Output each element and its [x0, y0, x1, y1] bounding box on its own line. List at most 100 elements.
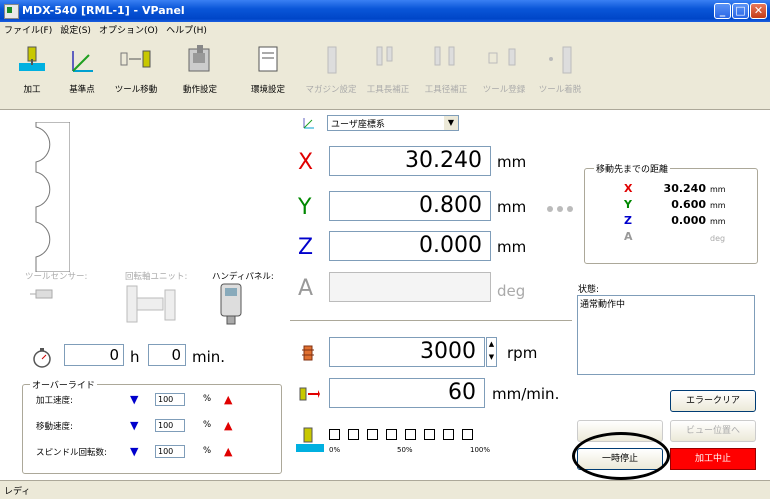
x-coord-value: 30.240	[329, 146, 491, 176]
handy-panel-icon	[220, 283, 242, 325]
cut-speed-down-icon[interactable]: ▼	[130, 393, 138, 406]
z-axis-label: Z	[298, 235, 314, 260]
disabled-button[interactable]	[577, 420, 663, 442]
menu-bar: ファイル(F) 設定(S) オプション(O) ヘルプ(H)	[0, 22, 770, 37]
timer-minutes: 0	[148, 344, 186, 366]
override-cut-speed-label: 加工速度:	[36, 396, 73, 406]
z-coord-value: 0.000	[329, 231, 491, 261]
coord-system-select[interactable]: ユーザ座標系 ▼	[327, 115, 459, 131]
toolbar-tool-dia[interactable]: 工具径補正	[418, 41, 474, 107]
load-tick-0: 0%	[329, 446, 341, 454]
coord-system-value: ユーザ座標系	[331, 120, 385, 130]
status-bar: レディ	[0, 480, 770, 499]
toolbar-env[interactable]: 環境設定	[243, 41, 293, 107]
toolbar-move[interactable]: ツール移動	[110, 41, 162, 107]
distance-y-label: Y	[624, 198, 632, 211]
handy-panel-label: ハンディパネル:	[212, 272, 274, 282]
toolbar-tool-change-label: ツール着脱	[538, 85, 582, 95]
view-position-button[interactable]: ビュー位置へ	[670, 420, 756, 442]
z-coord-unit: mm	[497, 238, 527, 256]
distance-z-unit: mm	[710, 217, 726, 226]
spindle-icon	[302, 345, 314, 361]
load-segment	[348, 429, 359, 440]
toolbar-tool-register[interactable]: ツール登録	[478, 41, 530, 107]
toolbar-tool-change[interactable]: ツール着脱	[534, 41, 586, 107]
toolbar-cut[interactable]: 加工	[12, 41, 52, 107]
distance-a-unit: deg	[710, 234, 726, 243]
menu-options[interactable]: オプション(O)	[95, 22, 162, 37]
a-axis-label: A	[298, 276, 314, 301]
toolbar-magazine[interactable]: マガジン設定	[303, 41, 359, 107]
toolbar-tool-register-label: ツール登録	[482, 85, 526, 95]
machine-icon	[183, 43, 217, 77]
spindle-speed-down-icon[interactable]: ▼	[130, 445, 138, 458]
toolbar-env-label: 環境設定	[250, 85, 285, 95]
distance-x-value: 30.240	[663, 182, 706, 195]
move-tool-icon	[119, 43, 153, 77]
load-segment	[424, 429, 435, 440]
tool-sensor-icon	[30, 289, 53, 299]
tool-sensor-label: ツールセンサー:	[25, 272, 88, 282]
stop-button[interactable]: 加工中止	[670, 448, 756, 470]
minimize-button[interactable]: _	[714, 3, 731, 19]
chevron-down-icon[interactable]: ▼	[444, 116, 458, 130]
state-text: 通常動作中	[580, 300, 626, 310]
toolbar-tool-length[interactable]: 工具長補正	[360, 41, 416, 107]
more-dots-icon	[547, 206, 573, 212]
maximize-button[interactable]: □	[732, 3, 749, 19]
move-speed-unit: %	[203, 420, 212, 430]
close-button[interactable]: ✕	[750, 3, 767, 19]
distance-y-unit: mm	[710, 201, 726, 210]
spindle-speed-field[interactable]: 3000	[329, 337, 485, 367]
override-title: オーバーライド	[30, 378, 97, 391]
toolbar-origin[interactable]: 基準点	[62, 41, 102, 107]
rotary-unit-label: 回転軸ユニット:	[125, 272, 188, 282]
cut-icon	[15, 43, 49, 77]
load-segment	[462, 429, 473, 440]
distance-y-value: 0.600	[671, 198, 706, 211]
toolbar-move-label: ツール移動	[114, 85, 158, 95]
distance-z-value: 0.000	[671, 214, 706, 227]
timer-h-unit: h	[130, 348, 140, 366]
x-axis-label: X	[298, 150, 314, 175]
move-speed-down-icon[interactable]: ▼	[130, 419, 138, 432]
rotary-unit-icon	[126, 285, 176, 323]
app-icon	[4, 4, 19, 19]
distance-x-label: X	[624, 182, 633, 195]
toolbar-motion[interactable]: 動作設定	[175, 41, 225, 107]
override-move-speed-label: 移動速度:	[36, 422, 73, 432]
distance-panel-title: 移動先までの距離	[594, 162, 671, 175]
toolbar: 加工 基準点 ツール移動 動作設定 環境設定 マガジン設定 工具長補正 工具径補…	[0, 37, 770, 110]
load-tick-50: 50%	[397, 446, 413, 454]
feed-rate-field: 60	[329, 378, 485, 408]
separator	[290, 320, 572, 321]
move-speed-value: 100	[155, 419, 185, 432]
origin-icon	[65, 43, 99, 77]
tool-load-icon	[296, 427, 324, 452]
menu-help[interactable]: ヘルプ(H)	[162, 22, 211, 37]
load-meter	[329, 429, 489, 441]
pause-button[interactable]: 一時停止	[577, 448, 663, 470]
a-coord-value	[329, 272, 491, 302]
move-speed-up-icon[interactable]: ▲	[224, 419, 232, 432]
tool-length-icon	[371, 43, 405, 77]
tool-register-icon	[487, 43, 521, 77]
load-segment	[405, 429, 416, 440]
menu-file[interactable]: ファイル(F)	[0, 22, 56, 37]
coord-system-icon	[303, 118, 314, 129]
y-axis-label: Y	[298, 195, 312, 220]
load-segment	[367, 429, 378, 440]
state-label: 状態:	[578, 285, 600, 295]
y-coord-unit: mm	[497, 198, 527, 216]
feed-rate-icon	[299, 387, 320, 401]
load-segment	[329, 429, 340, 440]
error-clear-button[interactable]: エラークリア	[670, 390, 756, 412]
spindle-speed-up-icon[interactable]: ▲	[224, 445, 232, 458]
toolbar-cut-label: 加工	[23, 85, 41, 95]
cut-speed-up-icon[interactable]: ▲	[224, 393, 232, 406]
workpiece-graphic	[35, 122, 70, 272]
menu-settings[interactable]: 設定(S)	[56, 22, 95, 37]
toolbar-origin-label: 基準点	[69, 85, 95, 95]
spindle-spinner[interactable]: ▲ ▼	[486, 337, 497, 367]
toolbar-tool-length-label: 工具長補正	[366, 85, 410, 95]
